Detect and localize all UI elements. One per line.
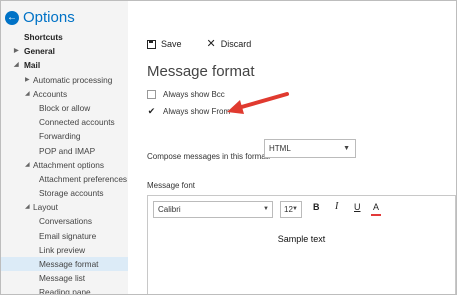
chevron-down-icon: ▼: [263, 206, 269, 212]
expanded-arrow-icon[interactable]: ◢: [25, 200, 30, 214]
sidebar-item[interactable]: POP and IMAP: [1, 144, 128, 158]
toolbar: Save ✕ Discard: [147, 37, 252, 50]
options-header[interactable]: ← Options: [5, 9, 75, 26]
expanded-arrow-icon[interactable]: ◢: [14, 58, 19, 72]
sidebar-item-label: Link preview: [39, 244, 86, 255]
main-pane: Save ✕ Discard Message format Always sho…: [128, 1, 456, 294]
sidebar-item[interactable]: Conversations: [1, 214, 128, 228]
sidebar-item-label: Attachment preferences: [39, 173, 128, 184]
expanded-arrow-icon[interactable]: ◢: [25, 87, 30, 101]
sidebar-item[interactable]: Storage accounts: [1, 186, 128, 200]
sidebar-item[interactable]: Attachment preferences: [1, 172, 128, 186]
collapsed-arrow-icon[interactable]: ▶: [14, 44, 19, 58]
sidebar-item-label: Forwarding: [39, 131, 81, 142]
sidebar-item-label: Automatic processing: [33, 74, 113, 85]
options-title: Options: [23, 9, 75, 26]
sample-text: Sample text: [277, 234, 326, 244]
sidebar-item-label: Reading pane: [39, 287, 91, 295]
sidebar-item[interactable]: ▶ General: [1, 44, 128, 58]
bold-button[interactable]: B: [313, 202, 320, 212]
sidebar-item-label: Layout: [33, 202, 58, 213]
underline-button[interactable]: U: [354, 202, 361, 212]
sidebar-item-label: Accounts: [33, 88, 68, 99]
sidebar-item-label: Message list: [39, 273, 86, 284]
sidebar-item-label: Mail: [24, 60, 41, 71]
discard-button[interactable]: ✕ Discard: [182, 37, 252, 50]
save-button[interactable]: Save: [147, 39, 182, 49]
message-font-editor[interactable]: Calibri ▼ 12 ▼ B I U A Sample text: [147, 195, 456, 294]
always-show-from-label: Always show From: [163, 107, 231, 116]
sidebar-item[interactable]: ◢ Layout: [1, 200, 128, 214]
message-font-label: Message font: [147, 181, 196, 190]
expanded-arrow-icon[interactable]: ◢: [25, 158, 30, 172]
page-title: Message format: [147, 63, 255, 80]
save-icon: [147, 39, 156, 49]
sidebar-item[interactable]: Block or allow: [1, 101, 128, 115]
always-show-bcc-option[interactable]: Always show Bcc: [147, 90, 225, 99]
italic-button[interactable]: I: [335, 201, 338, 212]
sidebar-item[interactable]: ◢ Mail: [1, 58, 128, 72]
sidebar: ← Options Shortcuts ▶ General ◢ Mail ▶ Automat…: [1, 1, 128, 294]
always-show-from-checkbox[interactable]: ✔: [147, 106, 156, 116]
options-window: ← Options Shortcuts ▶ General ◢ Mail ▶ Automat…: [0, 0, 457, 295]
sidebar-item-label: Attachment options: [33, 159, 105, 170]
sidebar-item-label: Connected accounts: [39, 117, 115, 128]
sidebar-item-label: Shortcuts: [24, 32, 63, 42]
compose-format-select[interactable]: HTML ▼: [264, 139, 356, 158]
sidebar-item[interactable]: Forwarding: [1, 129, 128, 143]
compose-format-value: HTML: [269, 144, 291, 153]
font-size-select[interactable]: 12 ▼: [280, 201, 302, 218]
sidebar-item-label: Message format: [39, 259, 99, 269]
chevron-down-icon: ▼: [292, 206, 298, 212]
font-color-swatch: [371, 214, 381, 216]
sidebar-item[interactable]: Message list: [1, 271, 128, 285]
sidebar-item-label: Email signature: [39, 230, 97, 241]
compose-format-label: Compose messages in this format:: [147, 152, 271, 161]
always-show-bcc-label: Always show Bcc: [163, 90, 225, 99]
sidebar-item[interactable]: Shortcuts: [1, 30, 128, 44]
always-show-from-option[interactable]: ✔ Always show From: [147, 106, 231, 116]
always-show-bcc-checkbox[interactable]: [147, 90, 156, 99]
close-icon: ✕: [206, 37, 216, 50]
font-name-value: Calibri: [158, 205, 181, 214]
sidebar-item[interactable]: Reading pane: [1, 285, 128, 295]
sidebar-item[interactable]: Message format: [1, 257, 128, 272]
sidebar-item-label: POP and IMAP: [39, 145, 96, 156]
font-name-select[interactable]: Calibri ▼: [153, 201, 273, 218]
collapsed-arrow-icon[interactable]: ▶: [25, 73, 30, 87]
sidebar-item[interactable]: ▶ Automatic processing: [1, 73, 128, 87]
sidebar-item[interactable]: Email signature: [1, 229, 128, 243]
back-arrow-icon[interactable]: ←: [5, 10, 19, 25]
sidebar-item-label: General: [24, 46, 55, 57]
sidebar-item-label: Block or allow: [39, 102, 91, 113]
options-nav: Shortcuts ▶ General ◢ Mail ▶ Automatic process…: [1, 30, 128, 295]
sidebar-item-label: Conversations: [39, 216, 93, 227]
font-color-button[interactable]: A: [373, 202, 379, 212]
sidebar-item[interactable]: ◢ Attachment options: [1, 158, 128, 172]
sidebar-item-label: Storage accounts: [39, 188, 104, 199]
discard-label: Discard: [220, 39, 252, 49]
sidebar-item[interactable]: ◢ Accounts: [1, 87, 128, 101]
chevron-down-icon: ▼: [343, 145, 350, 152]
save-label: Save: [161, 39, 182, 49]
sidebar-item[interactable]: Link preview: [1, 243, 128, 257]
sidebar-item[interactable]: Connected accounts: [1, 115, 128, 129]
